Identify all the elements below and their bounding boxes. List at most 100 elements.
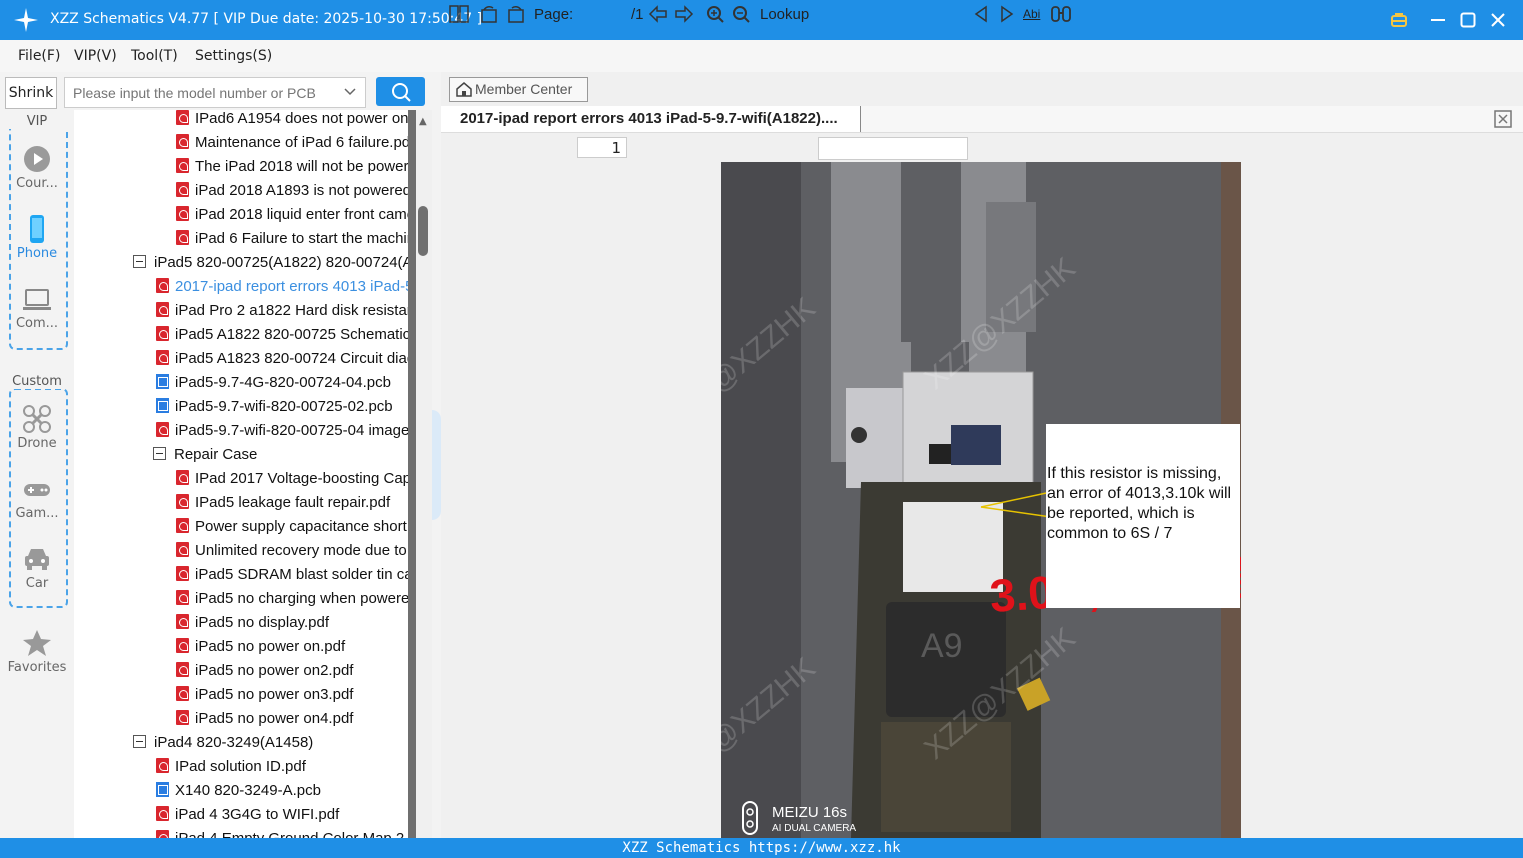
binoculars-icon[interactable] xyxy=(1050,4,1072,24)
tree-scroll-thumb[interactable] xyxy=(418,206,428,256)
pdf-file-icon xyxy=(176,230,189,245)
tree-scroll-track xyxy=(408,110,416,838)
tree-file[interactable]: iPad5 no power on2.pdf xyxy=(176,659,353,683)
zoom-out-icon[interactable] xyxy=(732,4,752,24)
tree-item-label: iPad 2018 liquid enter front camera xyxy=(195,206,408,223)
pdf-file-icon xyxy=(176,638,189,653)
close-icon[interactable] xyxy=(1487,9,1509,31)
search-button[interactable] xyxy=(376,77,425,106)
tree-item-label: 2017-ipad report errors 4013 iPad-5-9.7 xyxy=(175,278,408,295)
zoom-in-icon[interactable] xyxy=(706,4,726,24)
menu-file[interactable]: File(F) xyxy=(18,48,60,64)
tree-file[interactable]: iPad5 no power on3.pdf xyxy=(176,683,353,707)
match-case-icon[interactable]: Abi xyxy=(1023,4,1040,24)
tree-file[interactable]: IPad6 A1954 does not power on xyxy=(176,110,408,131)
nav-item-drone[interactable]: Drone xyxy=(0,404,74,451)
chevron-down-icon[interactable] xyxy=(343,85,357,103)
nav-item-courses[interactable]: Cour... xyxy=(0,144,74,191)
tree-file[interactable]: Power supply capacitance short xyxy=(176,515,407,539)
tree-file[interactable]: iPad5 A1823 820-00724 Circuit diagram xyxy=(156,347,408,371)
tree-file[interactable]: iPad5 no power on.pdf xyxy=(176,635,345,659)
find-next-icon[interactable] xyxy=(998,4,1016,24)
tree-file[interactable]: Unlimited recovery mode due to xyxy=(176,539,407,563)
phone-icon xyxy=(22,214,52,244)
tree-item-label: iPad5 no power on.pdf xyxy=(195,638,346,655)
menu-vip[interactable]: VIP(V) xyxy=(74,48,117,64)
collapse-icon[interactable] xyxy=(133,255,146,268)
previous-page-icon[interactable] xyxy=(648,4,668,24)
tree-file[interactable]: Maintenance of iPad 6 failure.pdf xyxy=(176,131,408,155)
gamepad-icon xyxy=(22,474,52,504)
tree-item-label: The iPad 2018 will not be powered xyxy=(195,158,408,175)
maximize-icon[interactable] xyxy=(1457,9,1479,31)
tree-folder[interactable]: iPad5 820-00725(A1822) 820-00724(A1823) xyxy=(133,251,408,275)
tree-file[interactable]: IPad5 leakage fault repair.pdf xyxy=(176,491,390,515)
camera-subtitle: AI DUAL CAMERA xyxy=(772,823,857,834)
tree-file[interactable]: iPad 4 3G4G to WIFI.pdf xyxy=(156,803,339,827)
tree-file[interactable]: X140 820-3249-A.pcb xyxy=(156,779,321,803)
tree-file[interactable]: iPad5 A1822 820-00725 Schematic xyxy=(156,323,408,347)
pdf-file-icon xyxy=(156,422,169,437)
tree-item-label: X140 820-3249-A.pcb xyxy=(175,782,321,799)
menu-tool[interactable]: Tool(T) xyxy=(131,48,178,64)
tree-file[interactable]: iPad5 no charging when powered xyxy=(176,587,408,611)
tree-file[interactable]: iPad5-9.7-4G-820-00724-04.pcb xyxy=(156,371,391,395)
pdf-file-icon xyxy=(176,206,189,221)
car-icon xyxy=(22,544,52,574)
tree-file[interactable]: 2017-ipad report errors 4013 iPad-5-9.7 xyxy=(156,275,408,299)
tree-scrollbar[interactable]: ▲ xyxy=(408,110,432,838)
search-input[interactable] xyxy=(65,78,335,107)
minimize-icon[interactable] xyxy=(1427,9,1449,31)
scroll-up-icon[interactable]: ▲ xyxy=(419,116,427,127)
annotation-note: If this resistor is missing, an error of… xyxy=(1046,424,1240,608)
collapse-icon[interactable] xyxy=(133,735,146,748)
tree-file[interactable]: iPad Pro 2 a1822 Hard disk resistance xyxy=(156,299,408,323)
tree-file[interactable]: IPad solution ID.pdf xyxy=(156,755,306,779)
rotate-right-icon[interactable] xyxy=(506,4,526,24)
tree-file[interactable]: iPad 6 Failure to start the machine xyxy=(176,227,408,251)
tree-folder[interactable]: Repair Case xyxy=(153,443,257,467)
tree-file[interactable]: iPad5 no power on4.pdf xyxy=(176,707,353,731)
nav-item-computer[interactable]: Com... xyxy=(0,284,74,331)
tree-item-label: iPad5 no power on2.pdf xyxy=(195,662,354,679)
vip-card-icon[interactable] xyxy=(1388,9,1410,31)
pane-splitter-handle[interactable] xyxy=(432,410,441,520)
nav-item-drone-label: Drone xyxy=(17,436,57,451)
tree-folder[interactable]: iPad4 820-3249(A1458) xyxy=(133,731,313,755)
tree-file[interactable]: iPad 4 Empty Ground Color Map 2 xyxy=(156,827,404,838)
tree-item-label: iPad5 no display.pdf xyxy=(195,614,329,631)
tree-file[interactable]: iPad5 no display.pdf xyxy=(176,611,329,635)
pdf-file-icon xyxy=(176,494,189,509)
document-tab[interactable]: 2017-ipad report errors 4013 iPad-5-9.7-… xyxy=(441,106,861,132)
tree-file[interactable]: iPad5 SDRAM blast solder tin case xyxy=(176,563,408,587)
pdf-file-icon xyxy=(176,182,189,197)
collapse-icon[interactable] xyxy=(153,447,166,460)
tree-file[interactable]: The iPad 2018 will not be powered xyxy=(176,155,408,179)
member-center-button[interactable]: Member Center xyxy=(449,77,588,102)
pdf-file-icon xyxy=(176,134,189,149)
tree-file[interactable]: IPad 2017 Voltage-boosting Capacitor xyxy=(176,467,408,491)
nav-item-computer-label: Com... xyxy=(15,316,59,331)
nav-item-phone[interactable]: Phone xyxy=(0,214,74,261)
shrink-button[interactable]: Shrink xyxy=(5,77,57,109)
nav-item-car[interactable]: Car xyxy=(0,544,74,591)
close-document-icon[interactable] xyxy=(1494,110,1512,128)
nav-item-game[interactable]: Gam... xyxy=(0,474,74,521)
lookup-input[interactable] xyxy=(818,137,968,160)
menu-bar: File(F) VIP(V) Tool(T) Settings(S) xyxy=(0,40,1523,72)
tree-file[interactable]: iPad 2018 A1893 is not powered xyxy=(176,179,408,203)
nav-item-game-label: Gam... xyxy=(15,506,59,521)
tree-item-label: Unlimited recovery mode due to xyxy=(195,542,407,559)
tree-file[interactable]: iPad5-9.7-wifi-820-00725-04 image xyxy=(156,419,408,443)
tree-file[interactable]: iPad5-9.7-wifi-820-00725-02.pcb xyxy=(156,395,393,419)
tree-file[interactable]: iPad 2018 liquid enter front camera xyxy=(176,203,408,227)
nav-item-favorites[interactable]: Favorites xyxy=(0,628,74,675)
page-number-input[interactable]: 1 xyxy=(577,137,627,158)
two-page-view-icon[interactable] xyxy=(449,4,469,24)
status-bar: XZZ Schematics https://www.xzz.hk xyxy=(0,838,1523,858)
pdf-file-icon xyxy=(176,158,189,173)
menu-settings[interactable]: Settings(S) xyxy=(195,48,272,64)
next-page-icon[interactable] xyxy=(674,4,694,24)
rotate-left-icon[interactable] xyxy=(479,4,499,24)
find-previous-icon[interactable] xyxy=(972,4,990,24)
